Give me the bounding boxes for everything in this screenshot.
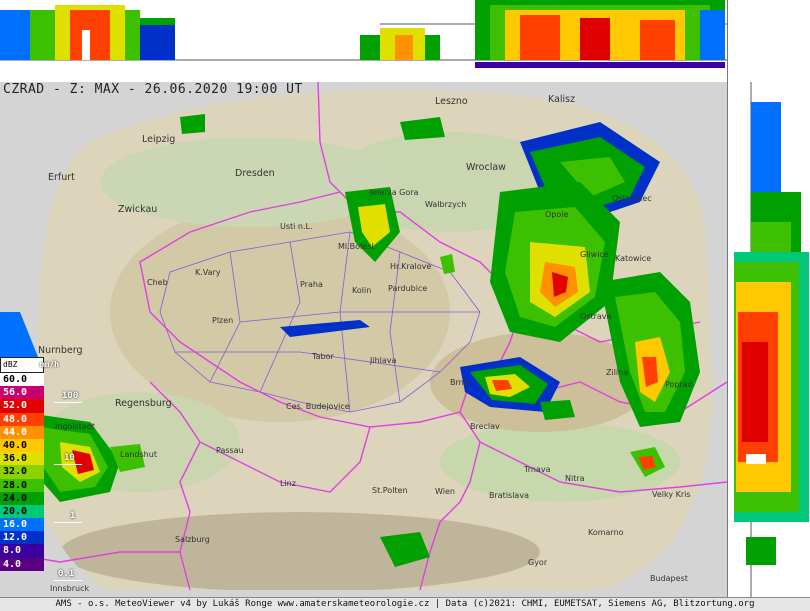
city-label: Salzburg bbox=[175, 535, 210, 544]
city-label: Cheb bbox=[147, 278, 168, 287]
legend-row: 16.0 bbox=[0, 518, 44, 532]
legend-header: dBZ mm/h bbox=[0, 357, 59, 373]
city-label: K.Vary bbox=[195, 268, 221, 277]
city-label: Bratislava bbox=[489, 491, 529, 500]
city-label: Trnava bbox=[524, 465, 551, 474]
rate-tick bbox=[54, 522, 82, 523]
legend-unit-label: mm/h bbox=[39, 360, 59, 369]
rate-label: 10 bbox=[64, 453, 75, 463]
city-label: Linz bbox=[280, 479, 296, 488]
city-label: Poprad bbox=[665, 380, 693, 389]
city-label: Kolin bbox=[352, 286, 372, 295]
legend-row: 28.0 bbox=[0, 478, 44, 492]
city-label: Nurnberg bbox=[38, 345, 83, 356]
legend-row: 44.0 bbox=[0, 425, 44, 439]
rate-label: 1 bbox=[70, 511, 76, 521]
legend-rows: 60.0 56.0 52.0 48.0 44.0 40.0 36.0 32.0 28.0 24.0… bbox=[0, 373, 44, 571]
legend-row: 60.0 bbox=[0, 373, 44, 387]
city-label: Ml.Bolesl. bbox=[338, 242, 377, 251]
top-cross-section-panel bbox=[0, 0, 727, 83]
legend-row: 12.0 bbox=[0, 531, 44, 545]
city-label: Opole bbox=[545, 210, 569, 219]
city-label: Zilina bbox=[606, 368, 629, 377]
city-label: Pardubice bbox=[388, 284, 428, 293]
radar-map-svg bbox=[0, 82, 727, 591]
legend-dbz-label: dBZ bbox=[3, 360, 18, 369]
city-label: Wien bbox=[435, 487, 455, 496]
city-label: Zwickau bbox=[118, 204, 158, 215]
city-label: Praha bbox=[300, 280, 323, 289]
city-label: Jihlava bbox=[370, 356, 397, 365]
city-label: Jelenia Gora bbox=[370, 188, 419, 197]
city-label: Innsbruck bbox=[50, 584, 90, 593]
city-label: Gliwice bbox=[580, 250, 609, 259]
right-cross-section-panel bbox=[727, 82, 810, 597]
top-cross-section-svg bbox=[0, 0, 727, 68]
legend-row: 24.0 bbox=[0, 491, 44, 505]
rate-label: 100 bbox=[62, 391, 79, 401]
city-label: Landshut bbox=[120, 450, 157, 459]
city-label: Tabor bbox=[312, 352, 334, 361]
city-label: Plzen bbox=[212, 316, 234, 325]
city-label: Velky Kris bbox=[652, 490, 691, 499]
reflectivity-legend: dBZ mm/h 60.0 56.0 52.0 48.0 44.0 40.0 36.0 32.… bbox=[0, 357, 59, 571]
city-label: Erfurt bbox=[48, 172, 75, 183]
city-label: Kalisz bbox=[548, 94, 576, 105]
corner-panel bbox=[727, 0, 810, 83]
city-label: Leszno bbox=[435, 96, 468, 107]
legend-row: 56.0 bbox=[0, 386, 44, 400]
city-label: Walbrzych bbox=[425, 200, 467, 209]
radar-map[interactable]: Leszno Kalisz Leipzig Wroclaw Erfurt Dre… bbox=[0, 82, 727, 597]
city-label: St.Polten bbox=[372, 486, 408, 495]
rain-rate-scale: 100 10 1 0.1 bbox=[44, 375, 84, 585]
city-label: Ostrowiec bbox=[612, 194, 652, 203]
legend-row: 48.0 bbox=[0, 412, 44, 426]
right-profile-echoes bbox=[734, 102, 809, 565]
rate-tick bbox=[54, 402, 82, 403]
city-label: Gyor bbox=[528, 558, 548, 567]
legend-row: 32.0 bbox=[0, 465, 44, 479]
legend-row: 8.0 bbox=[0, 544, 44, 558]
city-label: Passau bbox=[216, 446, 244, 455]
city-label: Katowice bbox=[615, 254, 652, 263]
city-label: Brno bbox=[450, 378, 469, 387]
city-label: Usti n.L. bbox=[280, 222, 313, 231]
city-label: Leipzig bbox=[142, 134, 176, 145]
rate-label: 0.1 bbox=[58, 569, 75, 579]
city-label: Breclav bbox=[470, 422, 500, 431]
city-label: Regensburg bbox=[115, 398, 172, 409]
right-cross-section-svg bbox=[734, 82, 809, 597]
legend-row: 52.0 bbox=[0, 399, 44, 413]
rate-tick bbox=[54, 580, 82, 581]
city-label: Hr.Kralove bbox=[390, 262, 432, 271]
footer-credits: AMS - o.s. MeteoViewer v4 by Lukáš Ronge… bbox=[0, 597, 810, 611]
city-label: Ces. Budejovice bbox=[286, 402, 350, 411]
city-label: Komarno bbox=[588, 528, 624, 537]
city-label: Budapest bbox=[650, 574, 688, 583]
city-label: Wroclaw bbox=[466, 162, 506, 173]
top-profile-echoes bbox=[0, 0, 725, 68]
legend-row: 36.0 bbox=[0, 452, 44, 466]
radar-title: CZRAD - Z: MAX - 26.06.2020 19:00 UT bbox=[3, 82, 303, 97]
rate-tick bbox=[54, 464, 82, 465]
city-label: Dresden bbox=[235, 168, 275, 179]
legend-row: 4.0 bbox=[0, 557, 44, 571]
city-label: Nitra bbox=[565, 474, 585, 483]
legend-row: 40.0 bbox=[0, 438, 44, 453]
legend-row: 20.0 bbox=[0, 504, 44, 519]
city-label: Ostrava bbox=[580, 312, 612, 321]
